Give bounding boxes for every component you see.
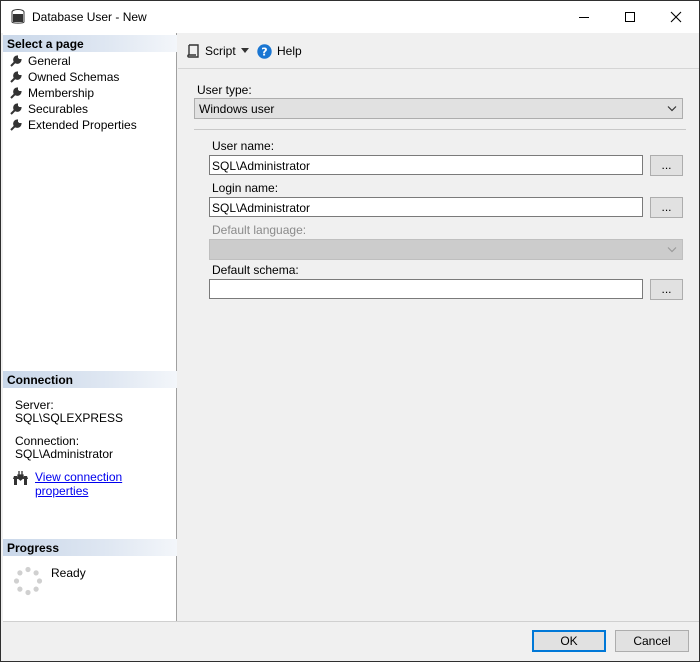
help-icon: ? [257, 43, 272, 59]
login-name-field[interactable]: SQL\Administrator [209, 197, 643, 217]
wrench-icon [10, 71, 22, 83]
page-item-label: General [28, 54, 71, 68]
page-item-label: Securables [28, 102, 89, 116]
connection-header: Connection [3, 371, 177, 388]
select-page-header: Select a page [3, 35, 177, 52]
default-language-select [209, 239, 683, 260]
minimize-icon [579, 17, 589, 18]
wrench-icon [10, 87, 22, 99]
close-button[interactable] [653, 1, 699, 33]
user-type-value: Windows user [199, 102, 275, 116]
user-type-label: User type: [197, 83, 252, 97]
server-value: SQL\SQLEXPRESS [15, 411, 124, 425]
login-name-label: Login name: [212, 181, 279, 195]
cancel-button[interactable]: Cancel [615, 630, 689, 652]
page-item-label: Extended Properties [28, 118, 137, 132]
title-bar[interactable]: Database User - New [1, 1, 699, 33]
progress-status: Ready [51, 566, 86, 580]
wrench-icon [10, 55, 22, 67]
script-icon [187, 44, 199, 58]
close-icon [670, 11, 682, 23]
page-item-owned-schemas[interactable]: Owned Schemas [9, 69, 119, 85]
server-label: Server: [15, 398, 54, 412]
page-item-extended-properties[interactable]: Extended Properties [9, 117, 137, 133]
database-icon [11, 9, 25, 24]
wrench-icon [10, 119, 22, 131]
user-name-field[interactable]: SQL\Administrator [209, 155, 643, 175]
page-item-securables[interactable]: Securables [9, 101, 88, 117]
left-pane: Select a page General Owned Schemas Memb… [3, 33, 177, 621]
default-schema-label: Default schema: [212, 263, 299, 277]
connection-properties-icon [13, 471, 28, 485]
chevron-down-icon [667, 247, 677, 253]
progress-spinner-icon [13, 566, 43, 596]
window-title: Database User - New [32, 10, 147, 24]
progress-header: Progress [3, 539, 177, 556]
connection-value: SQL\Administrator [15, 447, 114, 461]
page-item-general[interactable]: General [9, 53, 71, 69]
toolbar: Script ? Help [178, 33, 699, 69]
default-schema-browse-button[interactable]: ... [650, 279, 683, 300]
script-label: Script [205, 44, 236, 58]
page-item-label: Membership [28, 86, 95, 100]
separator [194, 129, 686, 130]
help-label: Help [277, 44, 302, 58]
chevron-down-icon [667, 106, 677, 112]
help-button[interactable]: ? Help [257, 42, 302, 60]
connection-label: Connection: [15, 434, 80, 448]
login-name-browse-button[interactable]: ... [650, 197, 683, 218]
database-user-dialog: Database User - New Select a page Genera… [0, 0, 700, 662]
ok-button[interactable]: OK [532, 630, 606, 652]
script-button[interactable]: Script [186, 42, 236, 60]
script-dropdown-arrow-icon[interactable] [240, 46, 250, 54]
default-language-label: Default language: [212, 223, 307, 237]
user-name-browse-button[interactable]: ... [650, 155, 683, 176]
footer-divider [3, 621, 699, 622]
minimize-button[interactable] [561, 1, 607, 33]
page-item-membership[interactable]: Membership [9, 85, 94, 101]
view-connection-properties-link[interactable]: View connection properties [35, 470, 176, 498]
wrench-icon [10, 103, 22, 115]
maximize-icon [625, 12, 635, 22]
default-schema-field[interactable] [209, 279, 643, 299]
user-type-select[interactable]: Windows user [194, 98, 683, 119]
svg-text:?: ? [261, 45, 267, 58]
page-item-label: Owned Schemas [28, 70, 120, 84]
user-name-label: User name: [212, 139, 275, 153]
maximize-button[interactable] [607, 1, 653, 33]
